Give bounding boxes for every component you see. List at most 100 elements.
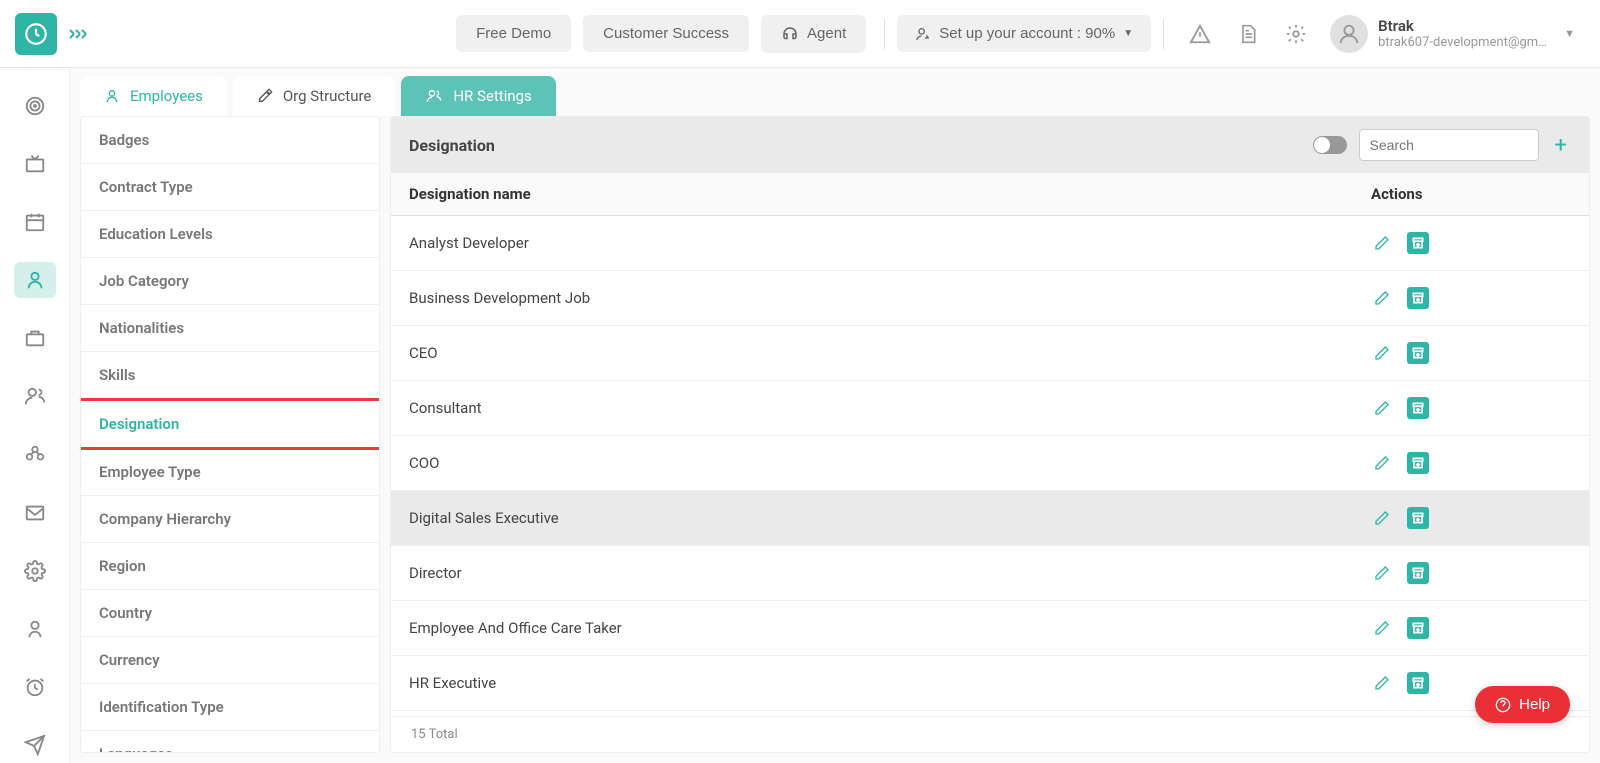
alerts-icon[interactable] [1180,14,1220,54]
app-logo[interactable] [15,13,57,55]
settings-item-identification-type[interactable]: Identification Type [81,684,379,731]
setup-account-button[interactable]: Set up your account : 90% ▼ [897,15,1151,52]
tab-label: HR Settings [453,87,531,105]
settings-gear-icon[interactable] [1276,14,1316,54]
caret-down-icon: ▼ [1123,28,1133,39]
archive-icon[interactable] [1407,672,1429,694]
settings-item-badges[interactable]: Badges [81,117,379,164]
settings-item-languages[interactable]: Languages [81,731,379,753]
settings-item-employee-type[interactable]: Employee Type [81,449,379,496]
nav-team[interactable] [14,436,56,472]
edit-icon[interactable] [1371,397,1393,419]
nav-gear[interactable] [14,553,56,589]
nav-hr[interactable] [14,262,56,298]
table-row[interactable]: CEO [391,326,1589,381]
settings-item-region[interactable]: Region [81,543,379,590]
settings-item-nationalities[interactable]: Nationalities [81,305,379,352]
designation-name: Consultant [409,399,1371,417]
headset-icon [781,25,799,43]
table-footer: 15 Total [391,716,1589,752]
archive-icon[interactable] [1407,397,1429,419]
nav-send[interactable] [14,727,56,763]
users-icon [425,88,443,104]
edit-icon[interactable] [1371,287,1393,309]
customer-success-button[interactable]: Customer Success [583,15,749,52]
nav-briefcase[interactable] [14,320,56,356]
settings-item-job-category[interactable]: Job Category [81,258,379,305]
user-email: btrak607-development@gm... [1378,35,1548,50]
user-name: Btrak [1378,17,1548,35]
agent-button[interactable]: Agent [761,15,866,53]
designation-name: Business Development Job [409,289,1371,307]
archive-icon[interactable] [1407,507,1429,529]
divider [884,19,885,49]
table-header: Designation name Actions [391,173,1589,216]
search-input[interactable] [1359,129,1539,161]
col-designation-name: Designation name [409,185,1371,203]
table-row[interactable]: Business Development Job [391,271,1589,326]
archive-icon[interactable] [1407,562,1429,584]
side-nav [0,68,70,763]
archived-toggle[interactable] [1313,136,1347,154]
nav-clock[interactable] [14,669,56,705]
designation-name: Digital Sales Executive [409,509,1371,527]
tab-employees[interactable]: Employees [80,76,227,116]
designation-name: Director [409,564,1371,582]
table-row[interactable]: Consultant [391,381,1589,436]
settings-item-company-hierarchy[interactable]: Company Hierarchy [81,496,379,543]
tab-hr-settings[interactable]: HR Settings [401,76,555,116]
nav-dashboard[interactable] [14,88,56,124]
edit-icon[interactable] [1371,672,1393,694]
designation-name: Analyst Developer [409,234,1371,252]
free-demo-button[interactable]: Free Demo [456,15,571,52]
archive-icon[interactable] [1407,232,1429,254]
designation-name: HR Executive [409,674,1371,692]
main-panel: Designation + Designation name Actions A… [390,116,1590,753]
edit-icon[interactable] [1371,617,1393,639]
table-body[interactable]: Analyst Developer Business Development Jo… [391,216,1589,716]
nav-mail[interactable] [14,495,56,531]
archive-icon[interactable] [1407,617,1429,639]
documents-icon[interactable] [1228,14,1268,54]
user-profile-menu[interactable]: Btrak btrak607-development@gm... ▼ [1330,15,1585,53]
settings-sidebar: Badges Contract Type Education Levels Jo… [80,116,380,753]
tab-org-structure[interactable]: Org Structure [233,76,396,116]
settings-item-skills[interactable]: Skills [81,352,379,399]
person-icon [104,88,120,104]
settings-item-country[interactable]: Country [81,590,379,637]
edit-icon[interactable] [1371,507,1393,529]
archive-icon[interactable] [1407,452,1429,474]
person-settings-icon [915,26,931,42]
archive-icon[interactable] [1407,287,1429,309]
panel-header: Designation + [391,117,1589,173]
col-actions: Actions [1371,185,1571,203]
user-info: Btrak btrak607-development@gm... [1378,17,1548,50]
table-row[interactable]: Analyst Developer [391,216,1589,271]
expand-toggle-icon[interactable] [69,27,87,41]
table-row[interactable]: Director [391,546,1589,601]
edit-icon[interactable] [1371,232,1393,254]
table-row[interactable]: HR Executive [391,656,1589,711]
panel-title: Designation [409,136,1301,155]
nav-users[interactable] [14,378,56,414]
help-icon [1495,697,1511,713]
table-row[interactable]: Employee And Office Care Taker [391,601,1589,656]
nav-person[interactable] [14,611,56,647]
edit-icon[interactable] [1371,562,1393,584]
divider [1163,19,1164,49]
settings-item-education-levels[interactable]: Education Levels [81,211,379,258]
edit-icon[interactable] [1371,342,1393,364]
nav-tv[interactable] [14,146,56,182]
add-button-plus-icon[interactable]: + [1551,133,1571,158]
table-row[interactable]: Digital Sales Executive [391,491,1589,546]
archive-icon[interactable] [1407,342,1429,364]
settings-item-currency[interactable]: Currency [81,637,379,684]
settings-item-designation[interactable]: Designation [80,398,380,450]
tab-label: Employees [130,87,203,105]
edit-icon[interactable] [1371,452,1393,474]
table-row[interactable]: COO [391,436,1589,491]
label: Agent [807,25,846,42]
settings-item-contract-type[interactable]: Contract Type [81,164,379,211]
help-button[interactable]: Help [1475,686,1570,723]
nav-calendar[interactable] [14,204,56,240]
